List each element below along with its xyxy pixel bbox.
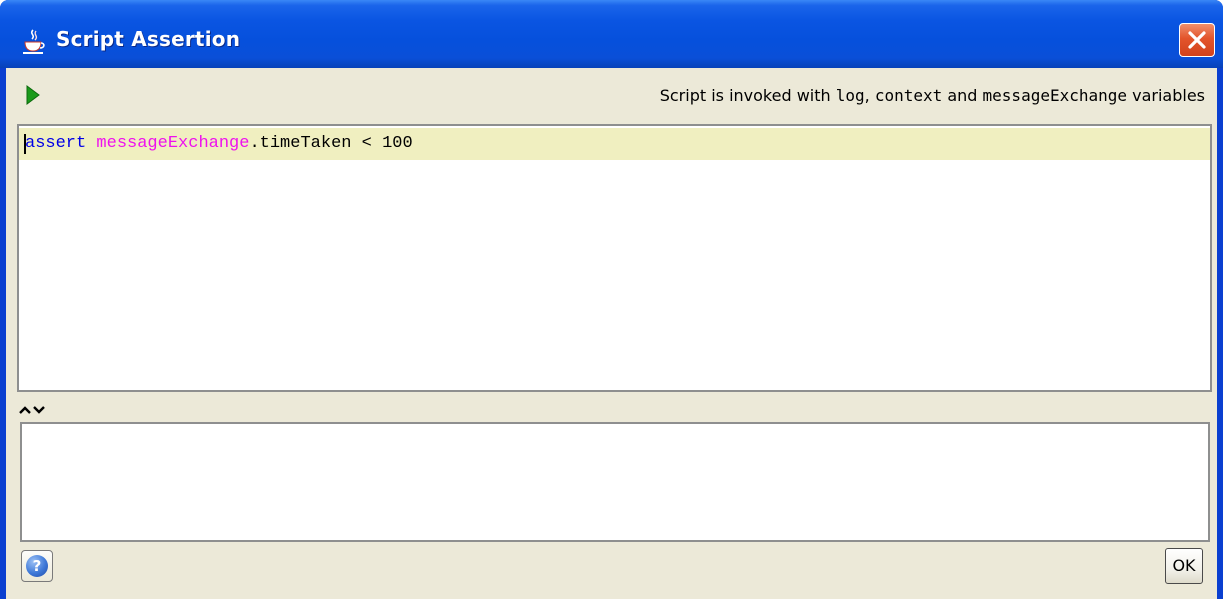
- info-separator: ,: [864, 86, 875, 105]
- play-icon: [26, 85, 40, 105]
- script-assertion-dialog: Script Assertion Script is invoked with …: [0, 0, 1223, 599]
- info-var-context: context: [874, 86, 943, 105]
- split-pane-divider[interactable]: [17, 395, 1212, 421]
- code-keyword: assert: [25, 134, 87, 153]
- script-editor[interactable]: assert messageExchange.timeTaken < 100: [17, 124, 1212, 392]
- script-info-text: Script is invoked with log, context and …: [660, 86, 1205, 105]
- code-variable: messageExchange: [96, 134, 250, 153]
- chevron-up-icon[interactable]: [19, 400, 31, 414]
- java-cup-icon: [22, 28, 46, 56]
- code-expression: .timeTaken < 100: [249, 134, 413, 153]
- help-button[interactable]: ?: [21, 550, 53, 582]
- close-icon: [1188, 31, 1206, 49]
- window-title: Script Assertion: [56, 27, 241, 51]
- script-output-area[interactable]: [20, 422, 1210, 542]
- info-var-exchange: messageExchange: [982, 86, 1128, 105]
- ok-button[interactable]: OK: [1165, 548, 1203, 584]
- close-button[interactable]: [1179, 23, 1215, 57]
- info-prefix: Script is invoked with: [659, 86, 836, 105]
- text-caret: [24, 134, 26, 154]
- info-and: and: [942, 86, 983, 105]
- info-var-log: log: [835, 86, 865, 105]
- code-line-1[interactable]: assert messageExchange.timeTaken < 100: [25, 134, 413, 153]
- dialog-content: Script is invoked with log, context and …: [6, 68, 1217, 599]
- help-icon: ?: [26, 555, 48, 577]
- info-suffix: variables: [1127, 86, 1205, 105]
- title-bar[interactable]: Script Assertion: [0, 0, 1223, 68]
- run-script-button[interactable]: [23, 84, 43, 106]
- chevron-down-icon[interactable]: [33, 400, 45, 414]
